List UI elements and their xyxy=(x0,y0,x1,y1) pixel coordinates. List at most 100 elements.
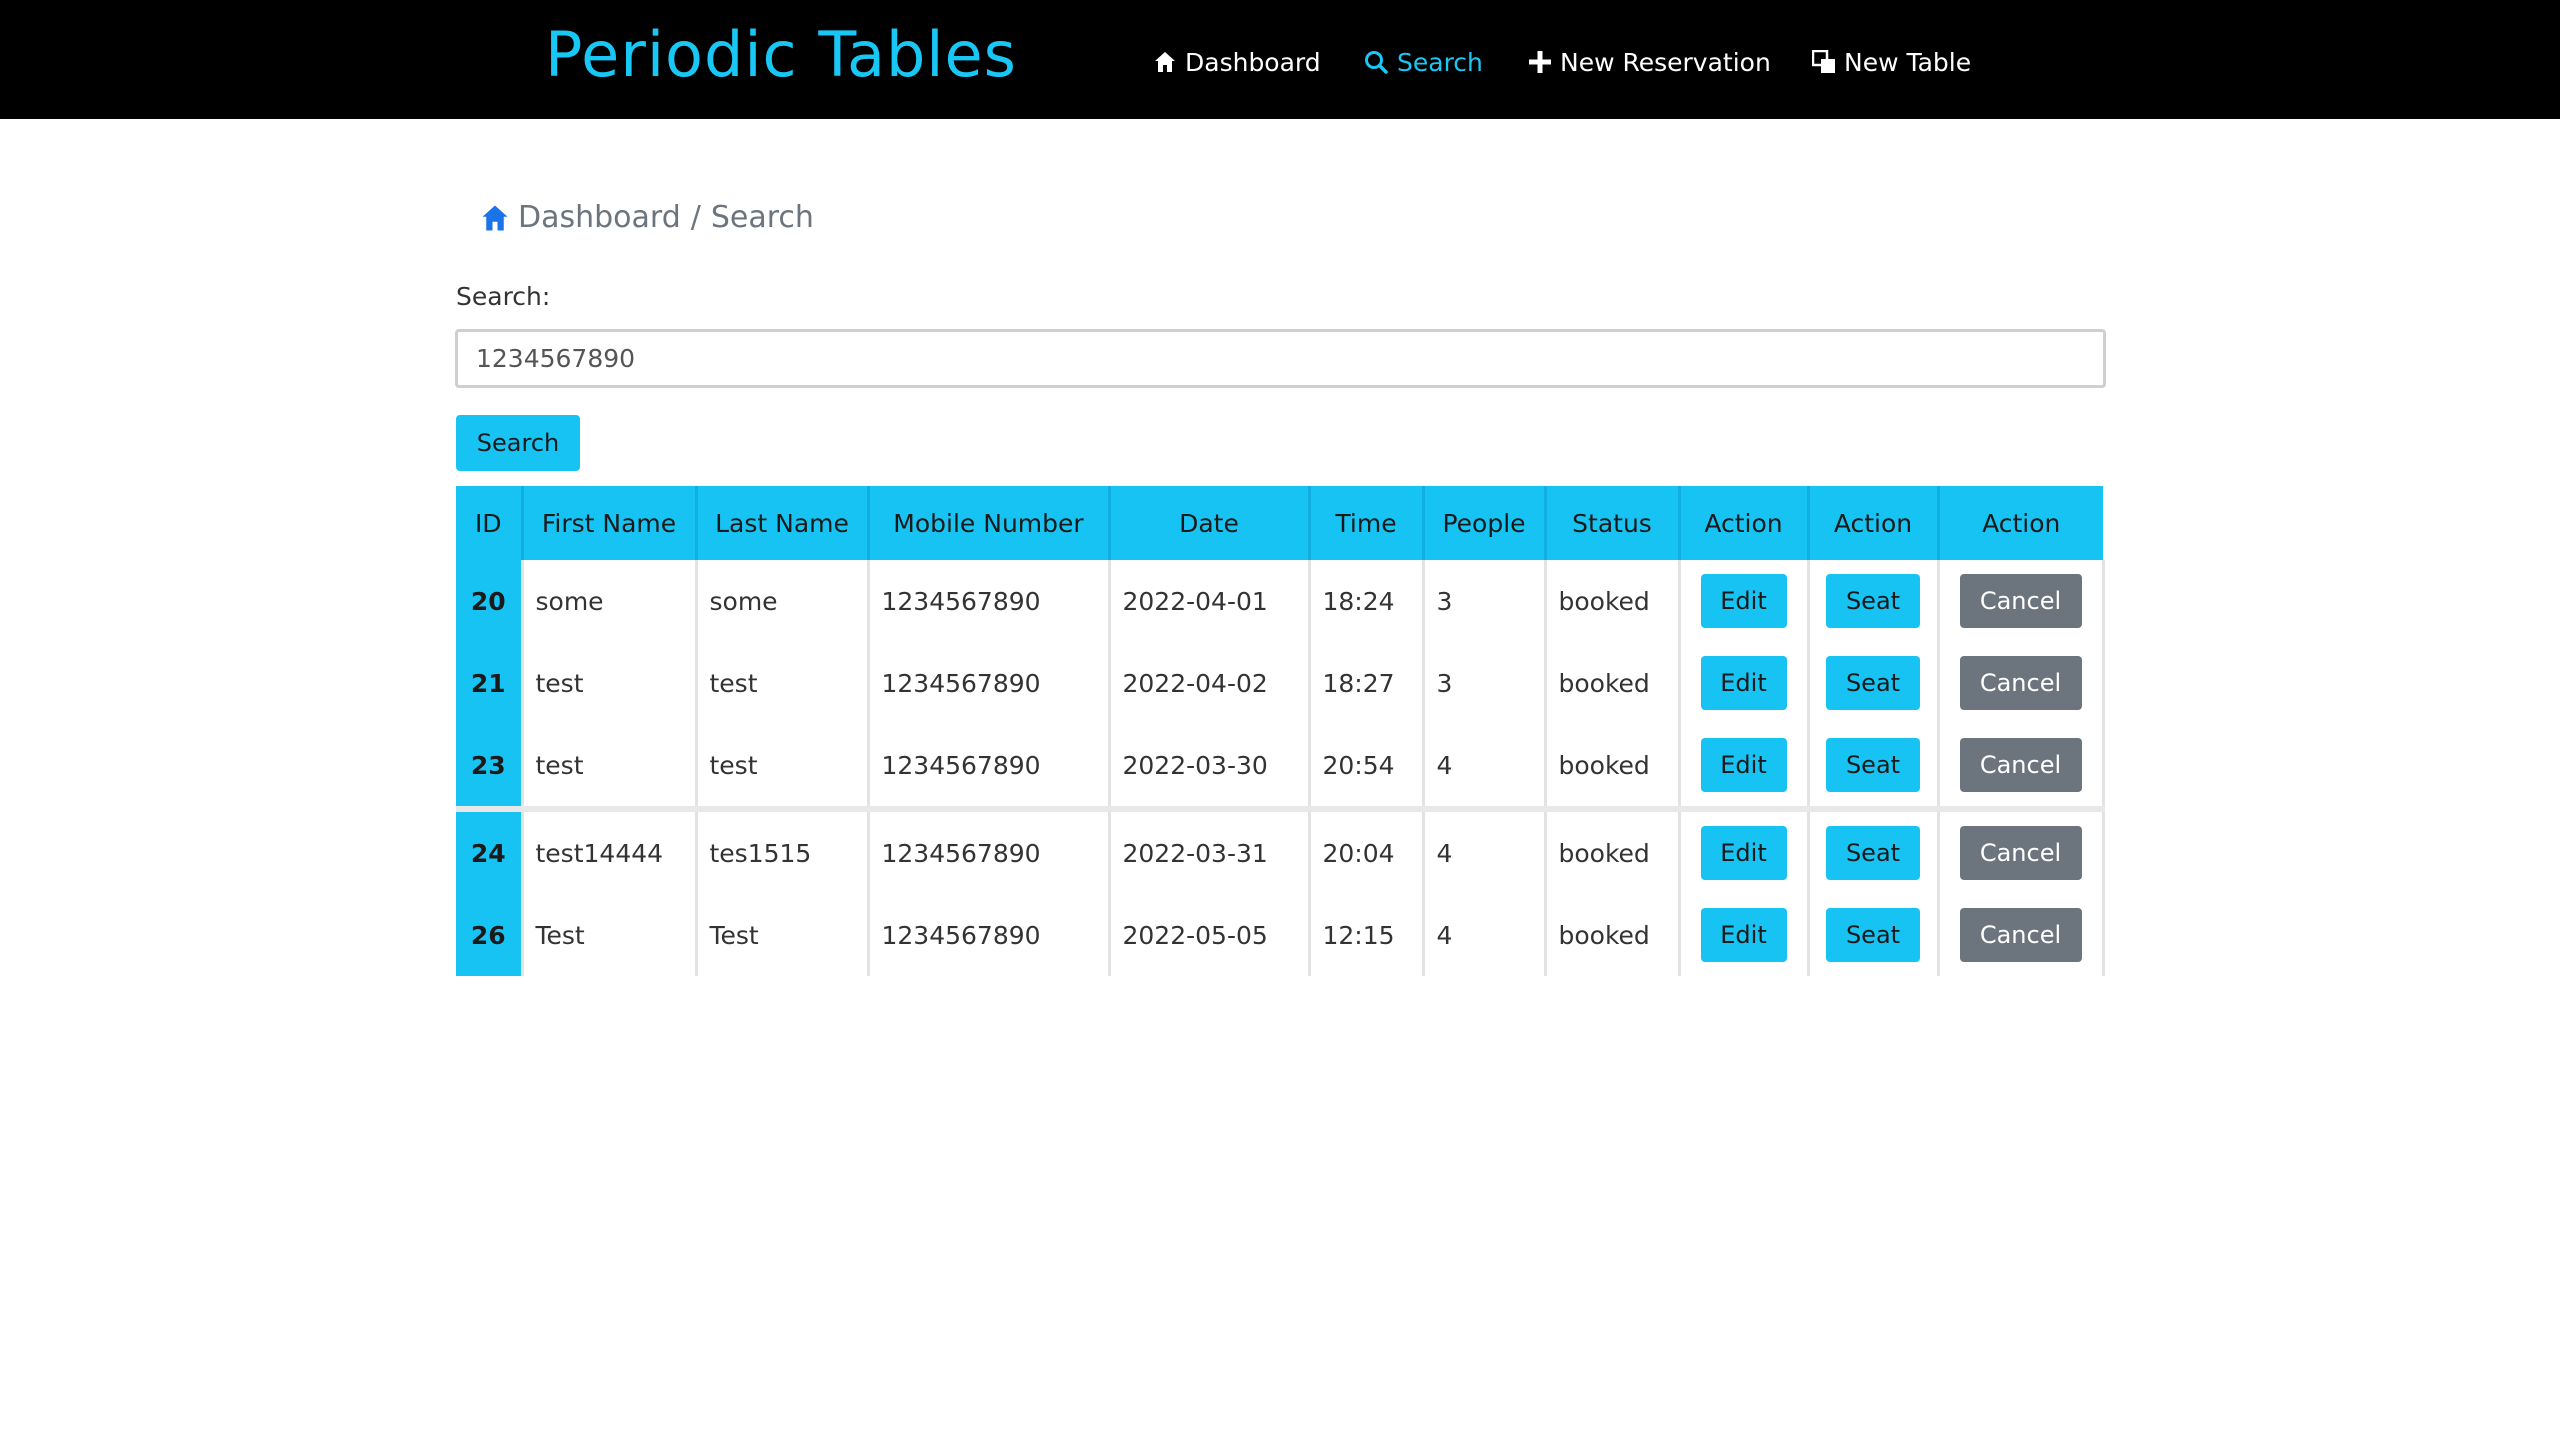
table-row: 21 test test 1234567890 2022-04-02 18:27… xyxy=(456,642,2105,724)
cell-people: 4 xyxy=(1423,806,1547,894)
home-icon[interactable] xyxy=(480,203,510,233)
nav-label-new-table: New Table xyxy=(1844,47,1972,77)
edit-button[interactable]: Edit xyxy=(1700,908,1787,962)
home-icon xyxy=(1153,50,1177,74)
seat-button[interactable]: Seat xyxy=(1826,908,1920,962)
cell-first-name: Test xyxy=(522,894,698,976)
search-button[interactable]: Search xyxy=(456,415,580,471)
cancel-button[interactable]: Cancel xyxy=(1959,908,2082,962)
plus-icon xyxy=(1528,50,1552,74)
cell-action-edit: Edit xyxy=(1679,894,1810,976)
header-id: ID xyxy=(456,486,524,560)
cell-people: 3 xyxy=(1423,560,1547,642)
cell-status: booked xyxy=(1545,560,1681,642)
cell-first-name: test xyxy=(522,642,698,724)
seat-button[interactable]: Seat xyxy=(1826,574,1920,628)
seat-button[interactable]: Seat xyxy=(1826,826,1920,880)
cell-date: 2022-03-30 xyxy=(1109,724,1311,809)
cell-id: 26 xyxy=(456,894,524,976)
cell-last-name: test xyxy=(696,642,870,724)
cell-last-name: test xyxy=(696,724,870,809)
header-people: People xyxy=(1423,486,1547,560)
reservations-table: ID First Name Last Name Mobile Number Da… xyxy=(456,486,2105,976)
edit-button[interactable]: Edit xyxy=(1700,656,1787,710)
header-action-edit: Action xyxy=(1679,486,1810,560)
cell-mobile-number: 1234567890 xyxy=(868,642,1111,724)
edit-button[interactable]: Edit xyxy=(1700,738,1787,792)
nav-item-search[interactable]: Search xyxy=(1363,40,1483,84)
cell-mobile-number: 1234567890 xyxy=(868,724,1111,809)
header-status: Status xyxy=(1545,486,1681,560)
cell-time: 18:24 xyxy=(1309,560,1425,642)
header-action-cancel: Action xyxy=(1938,486,2103,560)
cell-date: 2022-04-02 xyxy=(1109,642,1311,724)
cell-people: 4 xyxy=(1423,724,1547,809)
cell-action-cancel: Cancel xyxy=(1938,642,2105,724)
cell-date: 2022-04-01 xyxy=(1109,560,1311,642)
cell-action-edit: Edit xyxy=(1679,560,1810,642)
cell-status: booked xyxy=(1545,894,1681,976)
cell-id: 23 xyxy=(456,724,524,809)
nav-label-search: Search xyxy=(1397,47,1483,77)
table-row: 23 test test 1234567890 2022-03-30 20:54… xyxy=(456,724,2105,809)
cell-status: booked xyxy=(1545,806,1681,894)
cell-action-edit: Edit xyxy=(1679,642,1810,724)
nav-label-dashboard: Dashboard xyxy=(1185,47,1321,77)
header-last-name: Last Name xyxy=(696,486,870,560)
cell-first-name: some xyxy=(522,560,698,642)
cell-status: booked xyxy=(1545,642,1681,724)
cell-time: 12:15 xyxy=(1309,894,1425,976)
edit-button[interactable]: Edit xyxy=(1700,574,1787,628)
cell-last-name: Test xyxy=(696,894,870,976)
cell-action-seat: Seat xyxy=(1808,560,1940,642)
header-date: Date xyxy=(1109,486,1311,560)
table-row: 24 test14444 tes1515 1234567890 2022-03-… xyxy=(456,806,2105,894)
edit-button[interactable]: Edit xyxy=(1700,826,1787,880)
cell-first-name: test14444 xyxy=(522,806,698,894)
cell-last-name: tes1515 xyxy=(696,806,870,894)
cell-status: booked xyxy=(1545,724,1681,809)
cell-id: 20 xyxy=(456,560,524,642)
header-first-name: First Name xyxy=(522,486,698,560)
cell-date: 2022-05-05 xyxy=(1109,894,1311,976)
navbar: Periodic Tables Dashboard Search New Res… xyxy=(0,0,2560,119)
seat-button[interactable]: Seat xyxy=(1826,656,1920,710)
breadcrumb-separator: / xyxy=(690,200,701,235)
nav-item-new-table[interactable]: New Table xyxy=(1812,40,1971,84)
cell-date: 2022-03-31 xyxy=(1109,806,1311,894)
table-icon xyxy=(1812,50,1836,74)
cell-time: 20:54 xyxy=(1309,724,1425,809)
breadcrumb: Dashboard / Search xyxy=(480,200,814,235)
cell-action-cancel: Cancel xyxy=(1938,724,2105,809)
cell-id: 24 xyxy=(456,806,524,894)
cancel-button[interactable]: Cancel xyxy=(1959,656,2082,710)
header-mobile-number: Mobile Number xyxy=(868,486,1111,560)
nav-item-new-reservation[interactable]: New Reservation xyxy=(1528,40,1771,84)
cell-action-edit: Edit xyxy=(1679,724,1810,809)
cell-mobile-number: 1234567890 xyxy=(868,894,1111,976)
seat-button[interactable]: Seat xyxy=(1826,738,1920,792)
table-row: 20 some some 1234567890 2022-04-01 18:24… xyxy=(456,560,2105,642)
cell-last-name: some xyxy=(696,560,870,642)
cancel-button[interactable]: Cancel xyxy=(1959,826,2082,880)
header-time: Time xyxy=(1309,486,1425,560)
table-row: 26 Test Test 1234567890 2022-05-05 12:15… xyxy=(456,894,2105,976)
cell-action-seat: Seat xyxy=(1808,894,1940,976)
cell-first-name: test xyxy=(522,724,698,809)
search-input[interactable] xyxy=(455,329,2106,388)
search-label: Search: xyxy=(456,282,551,311)
cell-action-cancel: Cancel xyxy=(1938,560,2105,642)
nav-label-new-reservation: New Reservation xyxy=(1560,47,1771,77)
cell-time: 20:04 xyxy=(1309,806,1425,894)
cell-action-seat: Seat xyxy=(1808,724,1940,809)
cell-id: 21 xyxy=(456,642,524,724)
breadcrumb-dashboard-link[interactable]: Dashboard xyxy=(518,200,681,235)
nav-item-dashboard[interactable]: Dashboard xyxy=(1153,40,1321,84)
cell-people: 3 xyxy=(1423,642,1547,724)
cancel-button[interactable]: Cancel xyxy=(1959,574,2082,628)
cell-time: 18:27 xyxy=(1309,642,1425,724)
cancel-button[interactable]: Cancel xyxy=(1959,738,2082,792)
header-action-seat: Action xyxy=(1808,486,1940,560)
app-title[interactable]: Periodic Tables xyxy=(545,14,1017,96)
cell-action-seat: Seat xyxy=(1808,642,1940,724)
